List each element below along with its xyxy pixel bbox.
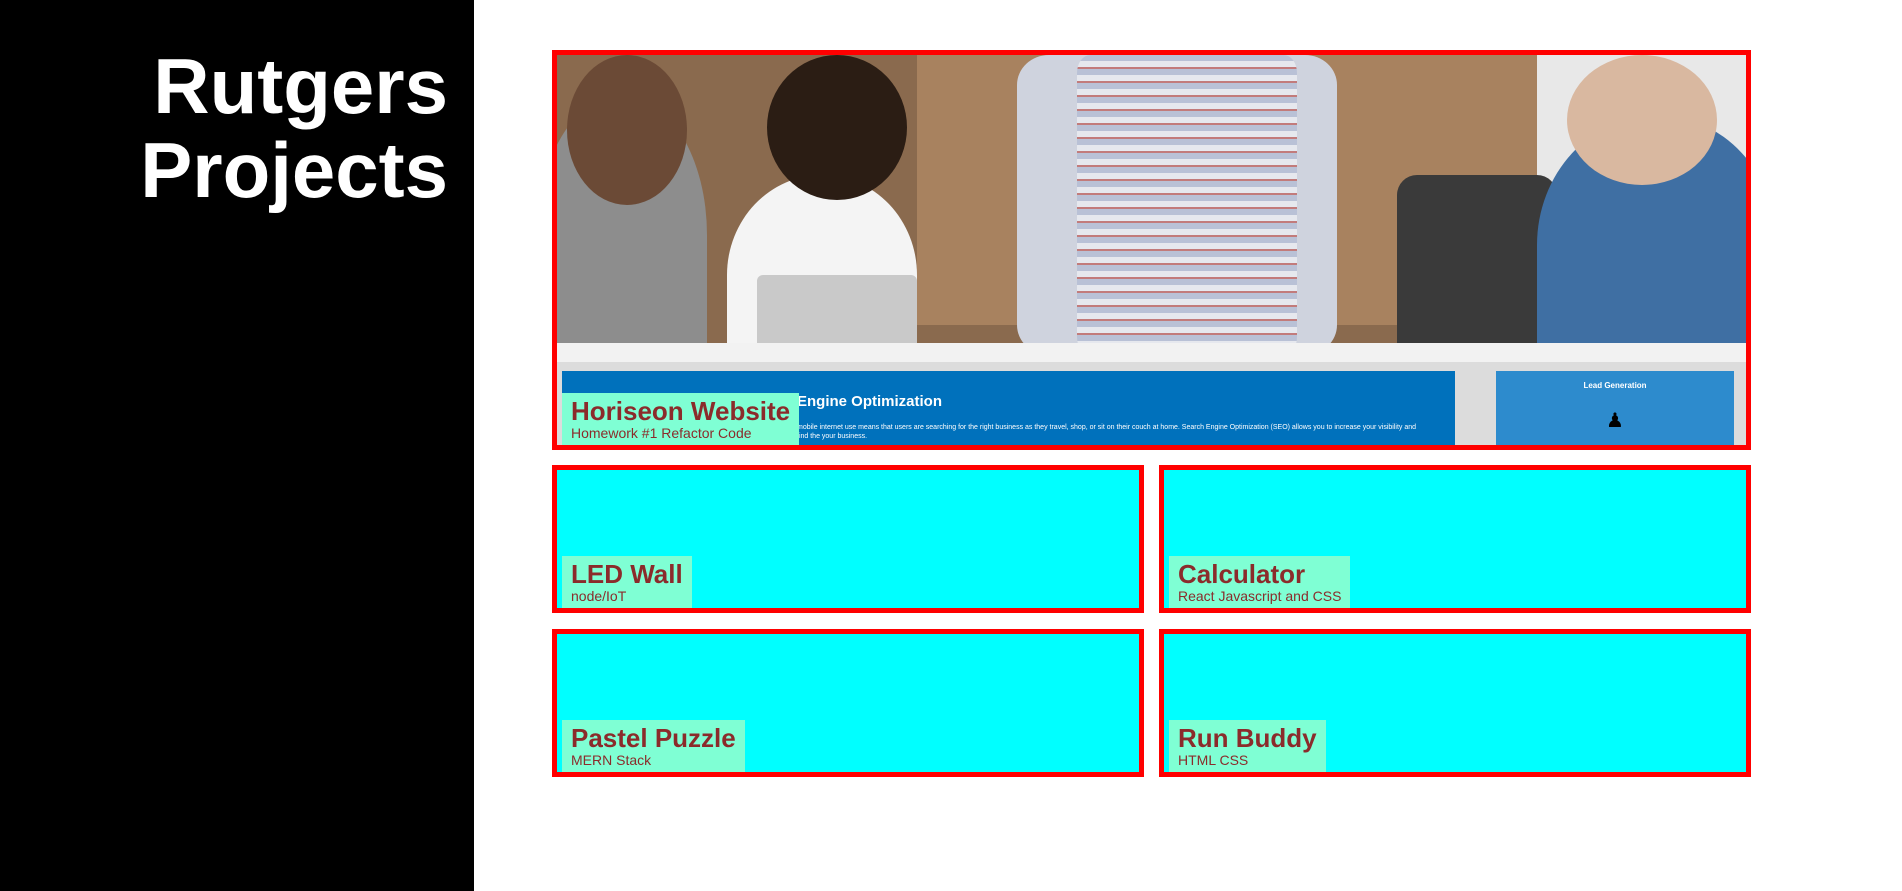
project-card-horiseon[interactable]: Engine Optimization mobile internet use … — [552, 50, 1751, 450]
project-title: Pastel Puzzle — [571, 723, 736, 753]
project-subtitle: Homework #1 Refactor Code — [571, 425, 752, 441]
preview-seo-text: mobile internet use means that users are… — [797, 424, 1417, 440]
project-card-calculator[interactable]: Calculator React Javascript and CSS — [1159, 465, 1751, 613]
project-subtitle: MERN Stack — [571, 752, 652, 768]
preview-seo-title: Engine Optimization — [797, 393, 942, 410]
project-caption: LED Wall node/IoT — [562, 556, 692, 608]
project-caption: Horiseon Website Homework #1 Refactor Co… — [562, 393, 800, 445]
site-title-line-1: Rutgers — [153, 42, 448, 130]
sidebar: Rutgers Projects — [0, 0, 474, 891]
project-screenshot-photo — [557, 55, 1746, 362]
project-title: LED Wall — [571, 559, 683, 589]
project-subtitle: HTML CSS — [1178, 752, 1249, 768]
project-title: Horiseon Website — [571, 396, 791, 426]
site-title-line-2: Projects — [140, 126, 448, 214]
project-title: Run Buddy — [1178, 723, 1317, 753]
project-subtitle: node/IoT — [571, 588, 627, 604]
preview-lead-generation-box: Lead Generation ♟ — [1496, 371, 1734, 445]
project-title: Calculator — [1178, 559, 1306, 589]
project-caption: Run Buddy HTML CSS — [1169, 720, 1326, 772]
project-subtitle: React Javascript and CSS — [1178, 588, 1342, 604]
site-title: Rutgers Projects — [140, 44, 448, 212]
project-caption: Pastel Puzzle MERN Stack — [562, 720, 745, 772]
preview-lead-generation-title: Lead Generation — [1583, 381, 1647, 390]
project-card-run-buddy[interactable]: Run Buddy HTML CSS — [1159, 629, 1751, 777]
lightbulb-icon: ♟ — [1606, 408, 1624, 432]
project-card-led-wall[interactable]: LED Wall node/IoT — [552, 465, 1144, 613]
project-caption: Calculator React Javascript and CSS — [1169, 556, 1351, 608]
project-card-pastel-puzzle[interactable]: Pastel Puzzle MERN Stack — [552, 629, 1144, 777]
